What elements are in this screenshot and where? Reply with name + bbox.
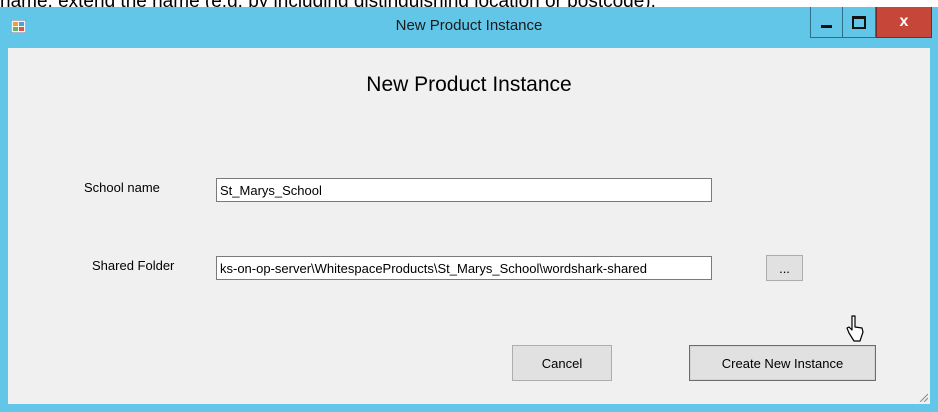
new-product-instance-window: New Product Instance x New Product Insta… — [0, 7, 938, 412]
close-button[interactable]: x — [876, 7, 932, 38]
maximize-button[interactable] — [843, 7, 876, 38]
cancel-button[interactable]: Cancel — [512, 345, 612, 381]
minimize-button[interactable] — [810, 7, 843, 38]
school-name-input[interactable]: St_Marys_School — [216, 178, 712, 202]
mouse-pointer-icon — [846, 315, 864, 342]
title-bar[interactable]: New Product Instance x — [0, 7, 938, 48]
resize-grip-icon[interactable] — [918, 392, 928, 402]
shared-folder-input[interactable]: ks-on-op-server\WhitespaceProducts\St_Ma… — [216, 256, 712, 280]
browse-folder-button[interactable]: ... — [766, 255, 803, 281]
form-client-area: New Product Instance School name St_Mary… — [8, 48, 930, 404]
form-heading: New Product Instance — [366, 73, 572, 96]
maximize-icon — [852, 15, 866, 29]
window-title: New Product Instance — [395, 17, 543, 34]
close-icon: x — [899, 13, 909, 30]
shared-folder-label: Shared Folder — [92, 258, 175, 273]
minimize-icon — [821, 24, 832, 28]
school-name-label: School name — [84, 180, 160, 195]
create-new-instance-button[interactable]: Create New Instance — [689, 345, 876, 381]
